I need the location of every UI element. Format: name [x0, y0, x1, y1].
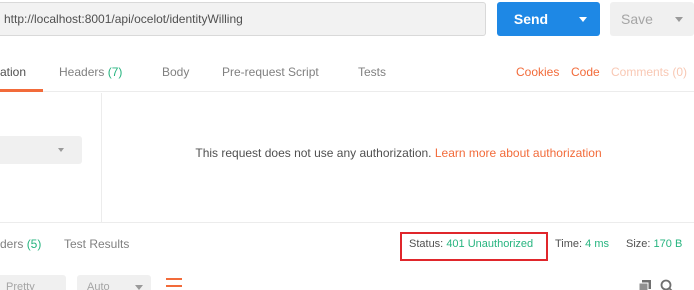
comments-link[interactable]: Comments (0) [611, 52, 687, 92]
time-label: Time: [555, 238, 583, 250]
chevron-down-icon [675, 16, 683, 22]
response-bar: ders (5) Test Results Status: 401 Unauth… [0, 222, 694, 270]
tab-body[interactable]: Body [162, 52, 189, 92]
copy-icon[interactable] [639, 280, 651, 290]
pretty-view-button[interactable]: Pretty [0, 275, 66, 290]
chevron-down-icon [135, 285, 143, 290]
request-tabs: ation Headers (7) Body Pre-request Scrip… [0, 52, 694, 92]
format-select[interactable]: Auto [77, 275, 151, 290]
send-button-group: Send [497, 2, 600, 36]
auth-type-panel [0, 93, 102, 222]
tab-authorization[interactable]: ation [0, 52, 26, 92]
response-headers-count: (5) [26, 237, 42, 251]
wrap-lines-icon[interactable] [162, 276, 186, 290]
status-readout: Status: 401 Unauthorized [409, 238, 533, 250]
save-options-button[interactable] [664, 2, 694, 36]
send-options-button[interactable] [565, 2, 600, 36]
time-value: 4 ms [585, 238, 609, 250]
chevron-down-icon [578, 16, 587, 22]
auth-message: This request does not use any authorizat… [103, 146, 694, 160]
chevron-down-icon [58, 148, 64, 152]
time-readout[interactable]: Time: 4 ms [555, 238, 609, 250]
url-input[interactable]: http://localhost:8001/api/ocelot/identit… [0, 2, 486, 36]
status-label: Status: [409, 238, 444, 250]
send-button[interactable]: Send [497, 2, 565, 36]
auth-type-select[interactable] [0, 136, 82, 164]
auth-message-text: This request does not use any authorizat… [195, 146, 432, 160]
search-icon[interactable] [660, 279, 674, 290]
size-value: 170 B [653, 238, 683, 250]
size-label: Size: [626, 238, 651, 250]
code-link[interactable]: Code [571, 52, 600, 92]
save-button-group: Save [610, 2, 694, 36]
tab-pre-request-script[interactable]: Pre-request Script [222, 52, 319, 92]
tab-headers-label: Headers [59, 65, 105, 79]
tab-headers[interactable]: Headers (7) [59, 52, 122, 92]
save-button[interactable]: Save [610, 2, 664, 36]
format-select-label: Auto [87, 281, 110, 290]
cookies-link[interactable]: Cookies [516, 52, 559, 92]
tab-response-headers-label: ders [0, 237, 24, 251]
tab-authorization-label: ation [0, 65, 27, 79]
size-readout[interactable]: Size: 170 B [626, 238, 682, 250]
headers-count: (7) [107, 65, 123, 79]
active-tab-indicator [0, 89, 43, 92]
tab-test-results[interactable]: Test Results [64, 237, 129, 251]
tab-tests[interactable]: Tests [358, 52, 386, 92]
learn-more-link[interactable]: Learn more about authorization [435, 146, 602, 160]
status-value: 401 Unauthorized [446, 238, 534, 250]
tab-response-headers[interactable]: ders (5) [0, 237, 41, 251]
